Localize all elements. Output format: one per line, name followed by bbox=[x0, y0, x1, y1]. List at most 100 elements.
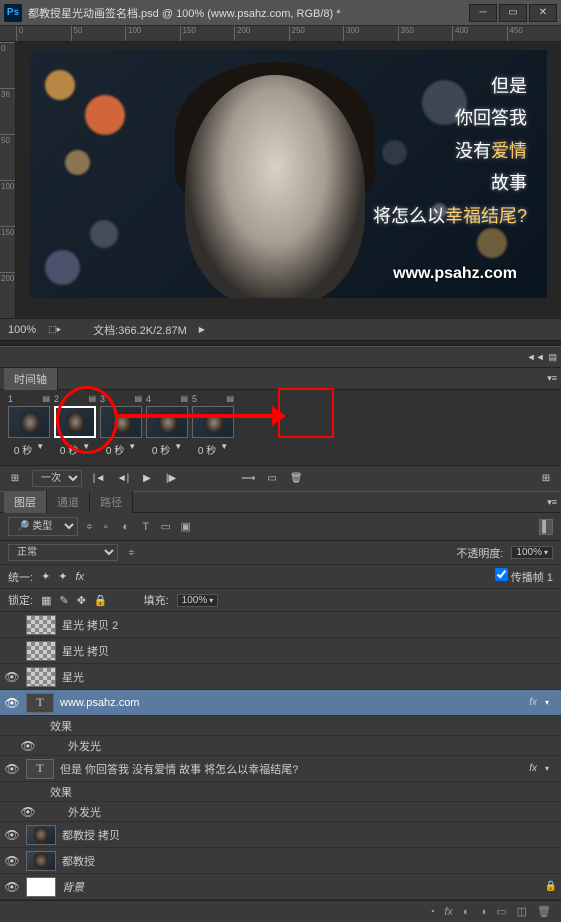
lock-pixels-icon[interactable]: ✎ bbox=[59, 594, 68, 607]
visibility-icon[interactable]: 👁 bbox=[4, 762, 20, 776]
filter-text-icon[interactable]: T bbox=[139, 521, 153, 533]
link-layers-icon[interactable]: ⬝ bbox=[431, 905, 434, 918]
maximize-button[interactable]: ▭ bbox=[499, 4, 527, 22]
timeline-options-icon[interactable]: ⊞ bbox=[8, 473, 22, 484]
unify-position-icon[interactable]: ✦ bbox=[41, 570, 50, 583]
canvas-text: 但是 你回答我 没有爱情 故事 将怎么以幸福结尾? bbox=[373, 70, 527, 232]
layer-thumb bbox=[26, 851, 56, 871]
annotation-arrow bbox=[116, 414, 276, 418]
watermark-text: www.psahz.com bbox=[393, 265, 517, 283]
unify-visibility-icon[interactable]: ✦ bbox=[58, 570, 67, 583]
preview-icon[interactable]: ⬚▸ bbox=[48, 324, 61, 335]
minimize-button[interactable]: ─ bbox=[469, 4, 497, 22]
filter-image-icon[interactable]: ▫ bbox=[99, 521, 113, 533]
opacity-value[interactable]: 100% ▾ bbox=[511, 546, 553, 559]
text-layer-icon: T bbox=[26, 759, 54, 779]
layers-panel-header: 图层 通道 路径 ▾≡ bbox=[0, 491, 561, 513]
layer-row[interactable]: 👁 T www.psahz.com fx ▾ bbox=[0, 690, 561, 716]
frame-3[interactable]: 3▤ 0 秒▼ bbox=[100, 394, 142, 457]
layer-row[interactable]: 👁 T 但是 你回答我 没有爱情 故事 将怎么以幸福结尾? fx ▾ bbox=[0, 756, 561, 782]
layer-row[interactable]: 星光 拷贝 2 bbox=[0, 612, 561, 638]
title-bar: Ps 都教授星光动画签名档.psd @ 100% (www.psahz.com,… bbox=[0, 0, 561, 26]
layer-list: 星光 拷贝 2 星光 拷贝 👁 星光 👁 T www.psahz.com fx … bbox=[0, 612, 561, 900]
fx-toggle-icon[interactable]: ▾ bbox=[545, 764, 557, 773]
first-frame-icon[interactable]: |◄ bbox=[92, 473, 106, 484]
filter-smart-icon[interactable]: ▣ bbox=[179, 520, 193, 533]
layer-style-icon[interactable]: fx bbox=[444, 906, 453, 918]
zoom-level[interactable]: 100% bbox=[8, 324, 36, 336]
convert-timeline-icon[interactable]: ⊞ bbox=[539, 473, 553, 484]
timeline-panel-header: ◄◄▤ bbox=[0, 346, 561, 368]
lock-position-icon[interactable]: ✥ bbox=[77, 594, 86, 607]
lock-all-icon[interactable]: 🔒 bbox=[94, 594, 108, 607]
tab-channels[interactable]: 通道 bbox=[47, 491, 90, 513]
lock-transparency-icon[interactable]: ▦ bbox=[41, 594, 51, 607]
ruler-horizontal: 0 50 100 150 200 250 300 350 400 450 bbox=[0, 26, 561, 42]
text-layer-icon: T bbox=[26, 693, 54, 713]
layer-thumb bbox=[26, 825, 56, 845]
layer-row[interactable]: 👁 星光 bbox=[0, 664, 561, 690]
visibility-icon[interactable]: 👁 bbox=[4, 696, 20, 710]
layer-effects-row[interactable]: 效果 bbox=[0, 716, 561, 736]
tab-paths[interactable]: 路径 bbox=[90, 491, 133, 513]
next-frame-icon[interactable]: |▶ bbox=[164, 473, 178, 484]
layer-row[interactable]: 👁 背景 🔒 bbox=[0, 874, 561, 900]
loop-select[interactable]: 一次 bbox=[32, 470, 82, 487]
layer-effect-row[interactable]: 👁 外发光 bbox=[0, 736, 561, 756]
visibility-icon[interactable]: 👁 bbox=[20, 739, 36, 753]
collapse-panel-icon[interactable]: ◄◄ bbox=[527, 352, 545, 363]
app-icon: Ps bbox=[4, 4, 22, 22]
layer-mask-icon[interactable]: ◐ bbox=[463, 906, 470, 918]
fill-value[interactable]: 100% ▾ bbox=[177, 594, 219, 607]
visibility-icon[interactable]: 👁 bbox=[20, 805, 36, 819]
fx-badge: fx bbox=[529, 763, 537, 774]
delete-layer-icon[interactable]: 🗑 bbox=[537, 905, 551, 918]
layer-thumb bbox=[26, 877, 56, 897]
filter-adjust-icon[interactable]: ◐ bbox=[119, 521, 133, 533]
layer-row[interactable]: 👁 都教授 拷贝 bbox=[0, 822, 561, 848]
new-layer-icon[interactable]: ◫ bbox=[517, 905, 527, 918]
visibility-icon[interactable]: 👁 bbox=[4, 854, 20, 868]
blend-mode-select[interactable]: 正常 bbox=[8, 544, 118, 561]
layer-row[interactable]: 👁 都教授 bbox=[0, 848, 561, 874]
visibility-icon[interactable]: 👁 bbox=[4, 828, 20, 842]
frame-4[interactable]: 4▤ 0 秒▼ bbox=[146, 394, 188, 457]
status-flyout[interactable]: ▶ bbox=[199, 325, 205, 334]
filter-toggle-icon[interactable]: ▌ bbox=[539, 519, 553, 535]
fx-badge: fx bbox=[529, 697, 537, 708]
layers-menu-icon[interactable]: ▾≡ bbox=[547, 497, 557, 508]
layer-row[interactable]: 星光 拷贝 bbox=[0, 638, 561, 664]
layer-effect-row[interactable]: 👁 外发光 bbox=[0, 802, 561, 822]
layer-effects-row[interactable]: 效果 bbox=[0, 782, 561, 802]
layers-footer: ⬝ fx ◐ ◑ ▭ ◫ 🗑 bbox=[0, 900, 561, 922]
duplicate-frame-icon[interactable]: ▭ bbox=[265, 473, 279, 484]
panel-menu-icon[interactable]: ▤ bbox=[548, 352, 557, 363]
visibility-icon[interactable]: 👁 bbox=[4, 880, 20, 894]
frame-5[interactable]: 5▤ 0 秒▼ bbox=[192, 394, 234, 457]
prev-frame-icon[interactable]: ◄| bbox=[116, 473, 130, 484]
propagate-checkbox[interactable]: 传播帧 1 bbox=[495, 568, 553, 585]
filter-shape-icon[interactable]: ▭ bbox=[159, 520, 173, 533]
layer-filter-select[interactable]: 🔎 类型 bbox=[8, 517, 78, 536]
layer-thumb bbox=[26, 615, 56, 635]
unify-style-icon[interactable]: fx bbox=[76, 571, 85, 583]
tab-timeline[interactable]: 时间轴 bbox=[4, 368, 58, 390]
adjustment-layer-icon[interactable]: ◑ bbox=[480, 906, 487, 918]
annotation-rectangle bbox=[278, 388, 334, 438]
new-group-icon[interactable]: ▭ bbox=[496, 905, 506, 918]
status-bar: 100% ⬚▸ 文档:366.2K/2.87M ▶ bbox=[0, 318, 561, 340]
tab-layers[interactable]: 图层 bbox=[4, 491, 47, 513]
layer-thumb bbox=[26, 667, 56, 687]
layer-thumb bbox=[26, 641, 56, 661]
close-button[interactable]: ✕ bbox=[529, 4, 557, 22]
frame-2[interactable]: 2▤ 0 秒▼ bbox=[54, 394, 96, 457]
play-icon[interactable]: ▶ bbox=[140, 473, 154, 484]
frame-1[interactable]: 1▤ 0 秒▼ bbox=[8, 394, 50, 457]
delete-frame-icon[interactable]: 🗑 bbox=[289, 473, 303, 484]
canvas-area: 0 36 50 100 150 200 但是 你回答我 没有爱情 故事 将怎么以… bbox=[0, 42, 561, 318]
tween-icon[interactable]: ⟶ bbox=[241, 473, 255, 484]
visibility-icon[interactable]: 👁 bbox=[4, 670, 20, 684]
fx-toggle-icon[interactable]: ▾ bbox=[545, 698, 557, 707]
timeline-menu-icon[interactable]: ▾≡ bbox=[547, 373, 557, 384]
document-canvas[interactable]: 但是 你回答我 没有爱情 故事 将怎么以幸福结尾? www.psahz.com bbox=[30, 50, 547, 298]
